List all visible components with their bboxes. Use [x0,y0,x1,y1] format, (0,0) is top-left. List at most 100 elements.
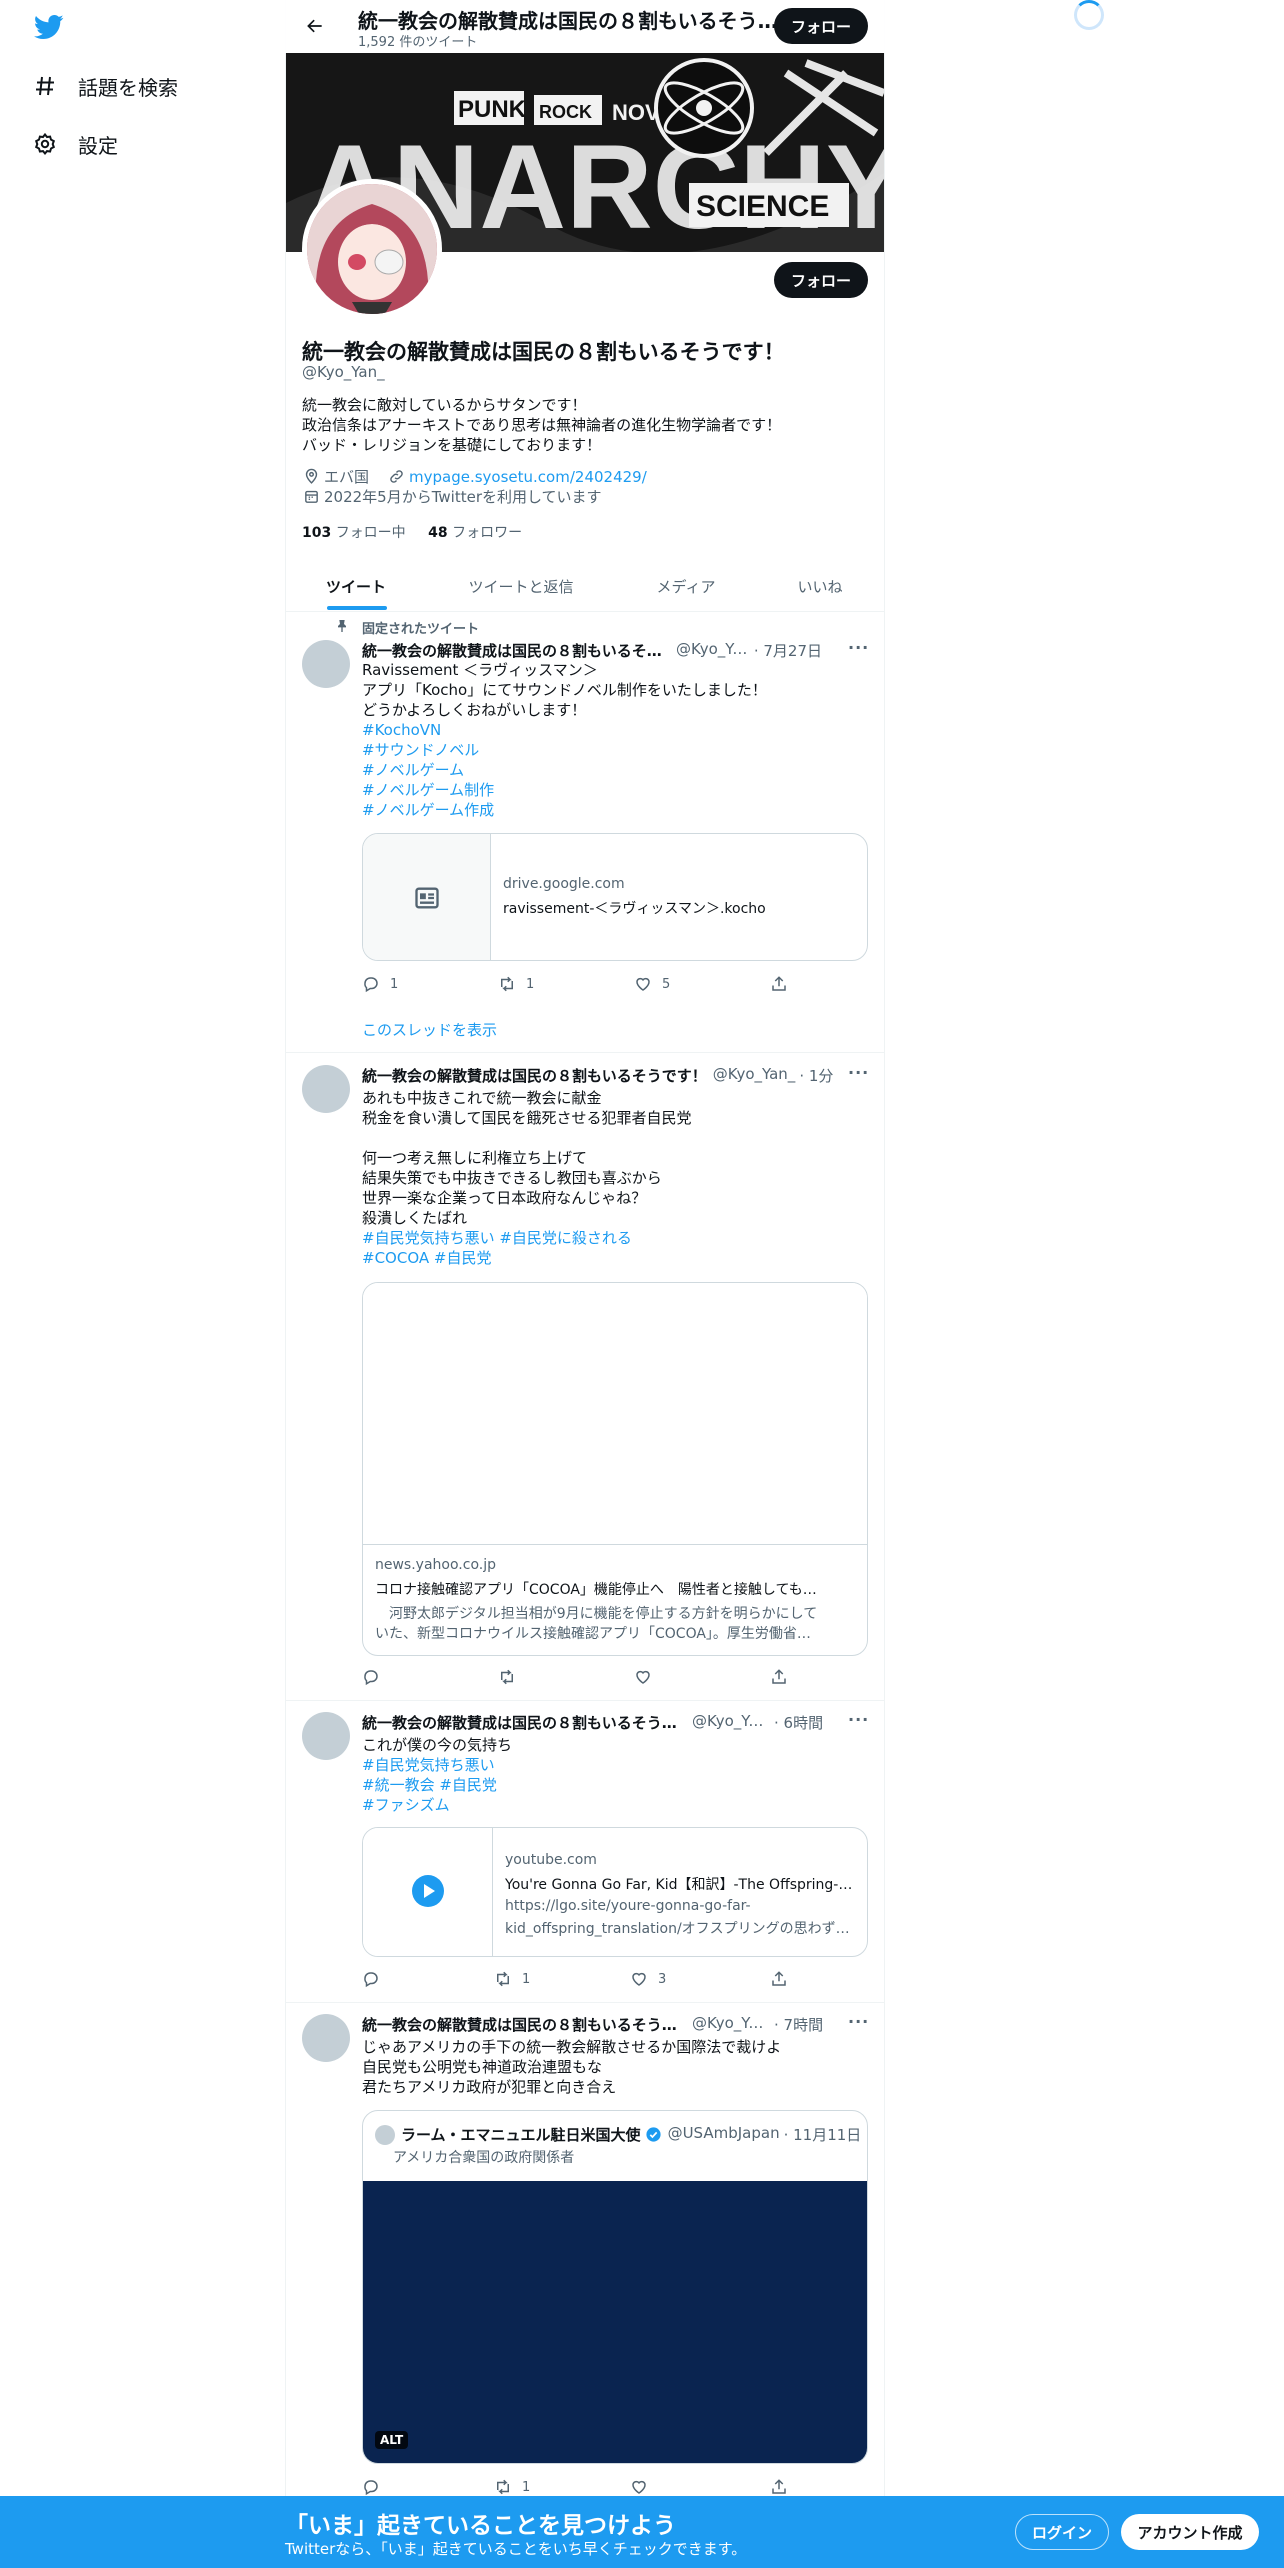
tweet-time[interactable]: · 1分 [799,1065,833,1086]
profile-joined: 2022年5月からTwitterを利用しています [324,488,602,506]
like-button[interactable] [630,2478,770,2496]
share-icon [772,2479,786,2494]
tweet-author-name[interactable]: 統一教会の解散賛成は国民の８割もいるそうです！ [362,640,666,661]
like-button[interactable]: 5 [634,975,770,993]
reply-button[interactable]: 1 [362,975,498,993]
tweet-actions: 1 [362,2478,798,2496]
hashtag-link[interactable]: #ノベルゲーム作成 [362,800,494,820]
link-card[interactable]: youtube.com You're Gonna Go Far, Kid【和訳】… [362,1827,868,1957]
hashtag-links[interactable]: #自民党気持ち悪い [362,1755,495,1775]
tweet-time[interactable]: · 7時間 [774,2014,823,2035]
tweet-time[interactable]: · 6時間 [774,1712,823,1733]
profile-follow-button[interactable]: フォロー [774,262,868,298]
tweet-avatar[interactable] [302,2014,350,2062]
retweet-button[interactable]: 1 [498,975,634,993]
tweet-author-handle[interactable]: @Kyo_Yan_ [713,1065,796,1086]
tweet-avatar[interactable] [302,1065,350,1113]
nav-explore-label: 話題を検索 [78,75,178,100]
link-card[interactable]: news.yahoo.co.jp コロナ接触確認アプリ「COCOA」機能停止へ … [362,1282,868,1656]
tweet-author-handle[interactable]: @Kyo_Yan_ [692,1712,770,1733]
tweet-author-name[interactable]: 統一教会の解散賛成は国民の８割もいるそうです！ [362,1712,682,1733]
profile-bio: 統一教会に敵対しているからサタンです！ 政治信条はアナーキストであり思考は無神論… [302,395,781,455]
retweet-button[interactable]: 1 [494,2478,630,2496]
profile-name: 統一教会の解散賛成は国民の８割もいるそうです！ [302,340,785,364]
login-button[interactable]: ログイン [1015,2514,1109,2550]
tweet-author-name[interactable]: 統一教会の解散賛成は国民の８割もいるそうです！ [362,2014,682,2035]
following-link[interactable]: 103 フォロー中 [302,525,406,541]
followers-link[interactable]: 48 フォロワー [428,525,522,541]
nav-settings[interactable]: 設定 [32,124,118,164]
profile-location: エバ国 [324,468,370,486]
back-arrow-icon[interactable] [301,12,329,40]
active-tab-indicator [327,606,387,610]
like-button[interactable]: 3 [630,1970,770,1988]
quote-header: ラーム・エマニュエル駐日米国大使 @USAmbJapan · 11月11日 [401,2124,861,2145]
profile-avatar[interactable] [302,179,442,319]
link-card[interactable]: drive.google.com ravissement-＜ラヴィッスマン＞.k… [362,833,868,961]
hashtag-links[interactable]: #統一教会 #自民党 [362,1775,497,1795]
tweet-text: これが僕の今の気持ち [362,1736,513,1754]
hashtag-links[interactable]: #ファシズム [362,1795,450,1815]
card-description: いた、新型コロナウイルス接触確認アプリ「COCOA」。厚生労働省… [375,1626,811,1642]
hashtag-links[interactable]: #COCOA #自民党 [362,1248,491,1268]
reply-button[interactable] [362,1970,494,1988]
hashtag-links[interactable]: #自民党気持ち悪い #自民党に殺される [362,1228,632,1248]
reply-icon [364,1972,378,1988]
alt-badge[interactable]: ALT [375,2431,409,2449]
share-button[interactable] [770,1970,798,1988]
more-options-icon[interactable]: ··· [848,2012,868,2032]
signup-banner-subtitle: Twitterなら、「いま」起きていることをいち早くチェックできます。 [285,2540,747,2558]
pinned-label: 固定されたツイート [362,622,480,637]
quote-author-handle: @USAmbJapan [667,2124,780,2142]
tweet-avatar[interactable] [302,1712,350,1760]
share-icon [772,1669,786,1684]
more-options-icon[interactable]: ··· [848,1063,868,1083]
tab-media[interactable]: メディア [626,560,746,612]
reply-icon [364,977,378,993]
card-title: ravissement-＜ラヴィッスマン＞.kocho [503,901,766,917]
share-button[interactable] [770,2478,798,2496]
tweet-author-handle[interactable]: @Kyo_Yan_ [676,640,749,661]
tweet-time[interactable]: · 7月27日 [754,640,822,661]
card-title: You're Gonna Go Far, Kid【和訳】-The Offspri… [505,1877,853,1893]
tab-tweets-and-replies[interactable]: ツイートと返信 [446,560,596,612]
more-options-icon[interactable]: ··· [848,638,868,658]
banner-rock-text: ROCK [539,102,592,122]
banner-punk-text: PUNK [458,96,527,123]
share-button[interactable] [770,975,798,993]
tweet-author-name[interactable]: 統一教会の解散賛成は国民の８割もいるそうです！ [362,1065,707,1086]
quote-media[interactable] [363,2181,867,2463]
calendar-icon [302,488,320,506]
reply-button[interactable] [362,1668,498,1686]
hashtag-link[interactable]: #KochoVN [362,720,441,740]
tweet-author-handle[interactable]: @Kyo_Yan_ [692,2014,770,2035]
hashtag-link[interactable]: #サウンドノベル [362,740,479,760]
hashtag-link[interactable]: #ノベルゲーム制作 [362,780,494,800]
header-follow-button[interactable]: フォロー [774,8,868,44]
retweet-button[interactable] [498,1668,634,1686]
tab-tweets[interactable]: ツイート [286,560,426,612]
quote-avatar [375,2125,395,2145]
hashtag-link[interactable]: #ノベルゲーム [362,760,464,780]
quote-time: · 11月11日 [783,2126,862,2144]
twitter-logo-icon[interactable] [32,12,66,42]
show-thread-link[interactable]: このスレッドを表示 [362,1019,497,1040]
tweet-avatar[interactable] [302,640,350,688]
profile-joined-row: 2022年5月からTwitterを利用しています [302,486,602,507]
retweet-button[interactable]: 1 [494,1970,630,1988]
like-button[interactable] [634,1668,770,1686]
card-description: 河野太郎デジタル担当相が9月に機能を停止する方針を明らかにして [375,1606,818,1622]
nav-explore[interactable]: 話題を検索 [32,66,178,106]
quote-tweet[interactable]: ラーム・エマニュエル駐日米国大使 @USAmbJapan · 11月11日 アメ… [362,2110,868,2464]
share-button[interactable] [770,1668,798,1686]
location-pin-icon [302,468,320,486]
card-description: kid_offspring_translation/オフスプリングの思わず… [505,1921,850,1937]
more-options-icon[interactable]: ··· [848,1710,868,1730]
reply-button[interactable] [362,2478,494,2496]
tab-likes[interactable]: いいね [770,560,870,612]
document-icon [363,834,491,960]
signup-button[interactable]: アカウント作成 [1121,2514,1259,2550]
retweet-icon [501,1669,513,1685]
bio-line: 政治信条はアナーキストであり思考は無神論者の進化生物学論者です！ [302,416,782,434]
profile-website-link[interactable]: mypage.syosetu.com/2402429/ [409,468,647,486]
